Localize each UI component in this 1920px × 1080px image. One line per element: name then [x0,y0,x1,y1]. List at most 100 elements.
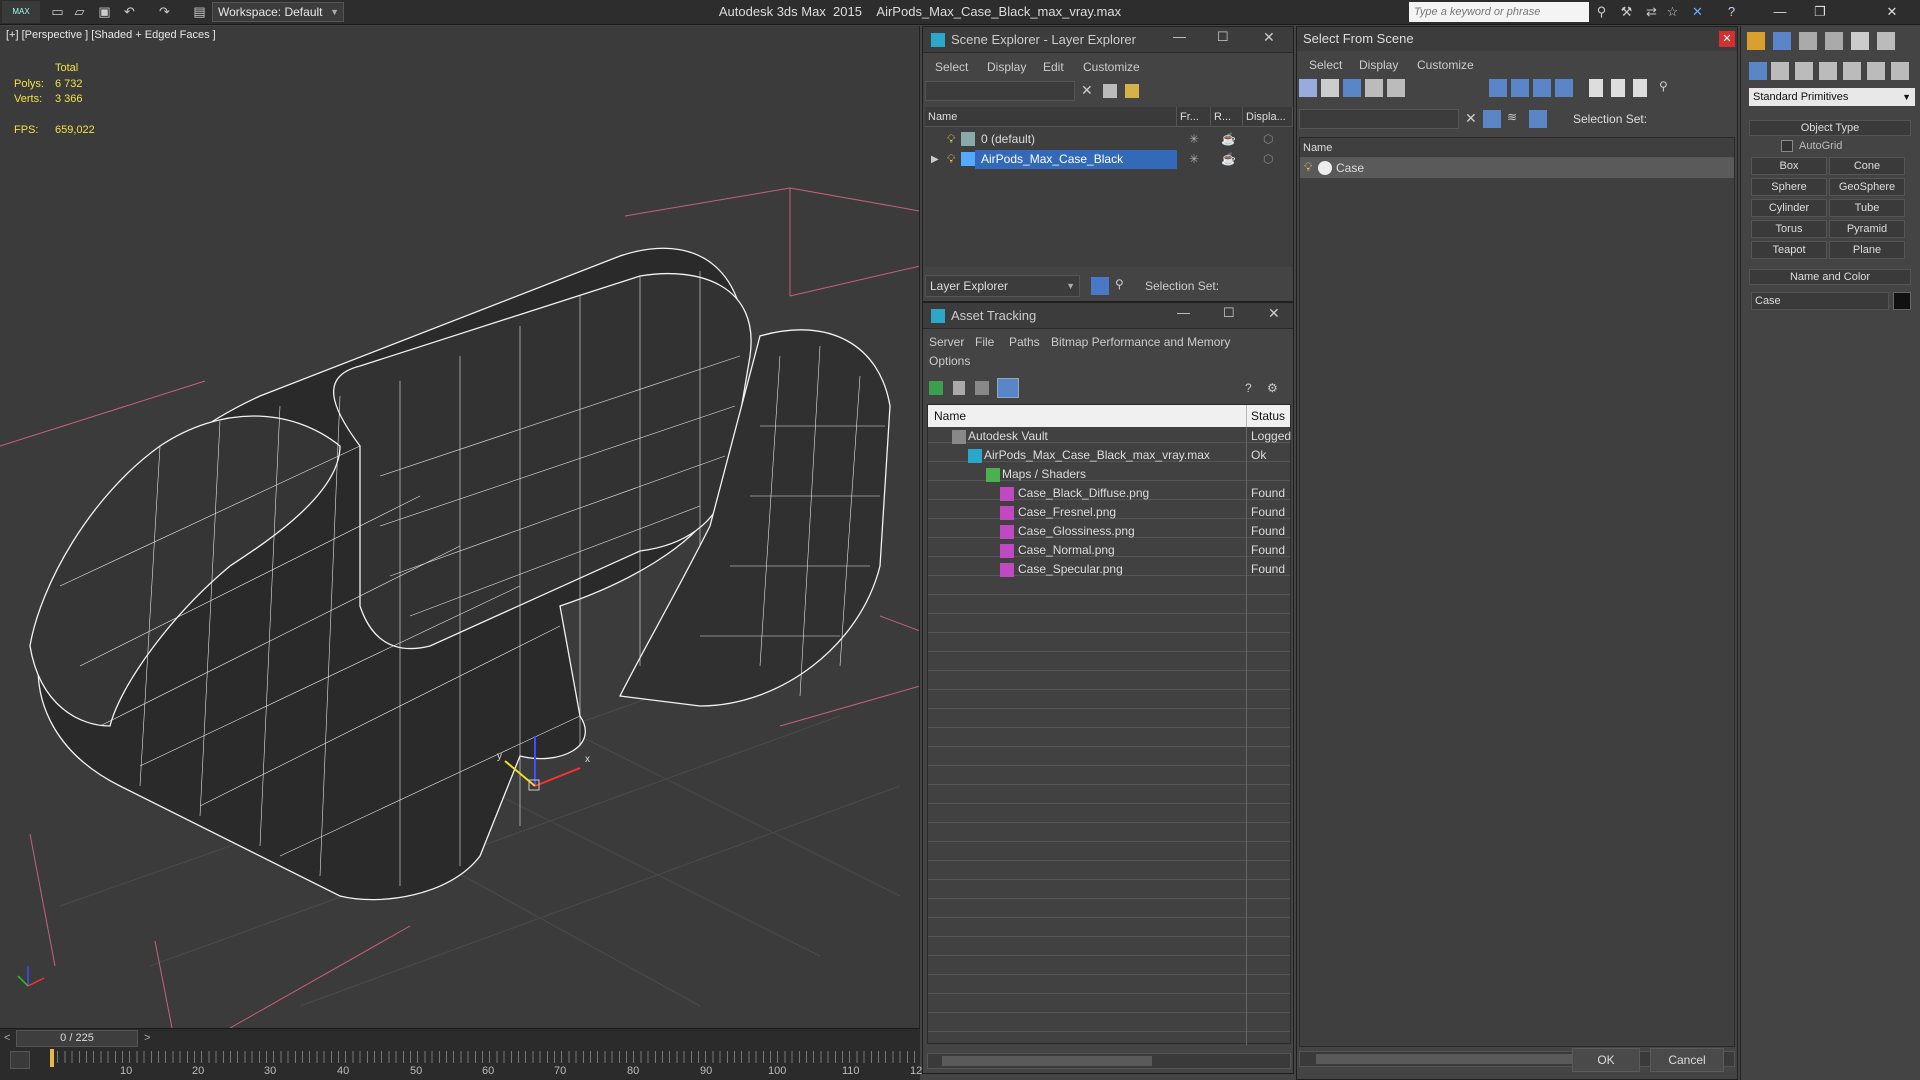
list-view-icon[interactable] [953,381,965,395]
menu-select[interactable]: Select [935,60,968,74]
modify-tab-icon[interactable] [1773,32,1791,50]
object-name-field[interactable]: Case [1751,292,1889,310]
menu-customize[interactable]: Customize [1083,60,1140,74]
lights-icon[interactable] [1795,62,1813,80]
display-icon[interactable]: ⬡ [1263,130,1273,149]
shapes-filter-icon[interactable] [1321,79,1339,97]
workspace-dropdown[interactable]: Workspace: Default ▼ [212,2,344,22]
new-icon[interactable]: ▭ [48,3,67,21]
cameras-filter-icon[interactable] [1365,79,1383,97]
horizontal-scrollbar[interactable] [927,1053,1291,1069]
asset-row[interactable]: Case_Glossiness.png Found [928,522,1290,541]
connect-icon[interactable]: ⇄ [1642,3,1661,21]
pyramid-button[interactable]: Pyramid [1829,220,1905,238]
time-marker[interactable] [50,1049,54,1067]
column-name[interactable]: Name [925,107,1177,127]
create-tab-icon[interactable] [1747,32,1765,50]
menu-select[interactable]: Select [1309,58,1342,72]
asset-row[interactable]: Case_Black_Diffuse.png Found [928,484,1290,503]
column-render[interactable]: R... [1211,107,1243,127]
asset-row[interactable]: Maps / Shaders [928,465,1290,484]
menu-file[interactable]: File [975,335,994,349]
table-view-icon[interactable] [997,378,1019,398]
help-icon[interactable]: ? [1245,381,1252,395]
plane-button[interactable]: Plane [1829,241,1905,259]
name-and-color-rollout[interactable]: Name and Color [1749,269,1911,285]
freeze-icon[interactable]: ✳ [1189,150,1199,169]
asset-row[interactable]: Case_Specular.png Found [928,560,1290,579]
open-icon[interactable]: ▱ [70,3,89,21]
maximize-icon[interactable]: ☐ [1217,29,1229,45]
asset-tracking-title[interactable]: Asset Tracking [923,303,1293,329]
perspective-viewport[interactable]: [+] [Perspective ] [Shaded + Edged Faces… [0,26,920,1028]
autogrid-checkbox[interactable] [1781,140,1793,152]
shapes-icon[interactable] [1771,62,1789,80]
display-children-icon[interactable] [1489,79,1507,97]
asset-row[interactable]: Autodesk Vault Logged [928,427,1291,446]
scene-explorer-title[interactable]: Scene Explorer - Layer Explorer [923,27,1293,53]
exchange-icon[interactable]: ✕ [1688,3,1707,21]
restore-icon[interactable]: ❐ [1800,2,1840,22]
motion-tab-icon[interactable] [1825,32,1843,50]
display-tab-icon[interactable] [1851,32,1869,50]
menu-display[interactable]: Display [1359,58,1398,72]
utilities-tab-icon[interactable] [1877,32,1895,50]
layers-icon[interactable] [1125,84,1139,98]
menu-customize[interactable]: Customize [1417,58,1474,72]
asset-row[interactable]: Case_Normal.png Found [928,541,1290,560]
minimize-icon[interactable]: — [1760,2,1800,22]
sphere-button[interactable]: Sphere [1751,178,1827,196]
column-status[interactable]: Status [1251,409,1285,423]
filter-icon[interactable]: ⚲ [1659,79,1668,93]
wrench-icon[interactable]: ⚒ [1617,3,1636,21]
maximize-icon[interactable]: ☐ [1223,305,1235,321]
menu-paths[interactable]: Paths [1009,335,1040,349]
chevron-right-icon[interactable]: > [144,1032,150,1044]
menu-server[interactable]: Server [929,335,964,349]
hierarchy-tab-icon[interactable] [1799,32,1817,50]
close-icon[interactable]: ✕ [1872,2,1912,22]
cancel-button[interactable]: Cancel [1650,1048,1724,1072]
cone-button[interactable]: Cone [1829,157,1905,175]
geometry-filter-icon[interactable] [1299,79,1317,97]
layer-row[interactable]: 💡︎ 0 (default) ✳ ☕ ⬡ [925,130,1293,149]
systems-icon[interactable] [1891,62,1909,80]
object-row-selected[interactable]: 💡︎ Case [1300,158,1734,178]
object-type-rollout[interactable]: Object Type [1749,120,1911,136]
layers-view-icon[interactable] [1091,277,1109,295]
app-logo[interactable]: MAX [2,1,40,23]
menu-display[interactable]: Display [987,60,1026,74]
redo-icon[interactable]: ↷ [155,3,174,21]
scene-search-input[interactable] [1299,109,1459,129]
geosphere-button[interactable]: GeoSphere [1829,178,1905,196]
cylinder-button[interactable]: Cylinder [1751,199,1827,217]
column-freeze[interactable]: Fr... [1177,107,1211,127]
star-icon[interactable]: ☆ [1663,3,1682,21]
asset-row[interactable]: Case_Fresnel.png Found [928,503,1290,522]
display-influences-icon[interactable] [1511,79,1529,97]
refresh-icon[interactable] [929,381,943,395]
space-warps-icon[interactable] [1867,62,1885,80]
geometry-icon[interactable] [1749,62,1767,80]
save-icon[interactable]: ▣ [95,3,114,21]
binoculars-icon[interactable]: ⚲ [1592,3,1611,21]
teapot-button[interactable]: Teapot [1751,241,1827,259]
lightbulb-icon[interactable]: 💡︎ [947,130,955,149]
column-display[interactable]: Displa... [1243,107,1293,127]
layers-icon[interactable]: ≋ [1507,110,1517,124]
thumbnail-view-icon[interactable] [975,381,989,395]
lights-filter-icon[interactable] [1343,79,1361,97]
column-name[interactable]: Name [934,409,966,423]
explorer-type-dropdown[interactable]: Layer Explorer ▼ [925,275,1080,297]
lightbulb-icon[interactable]: 💡︎ [1304,160,1312,175]
timeline-track[interactable] [50,1051,918,1063]
chevron-left-icon[interactable]: < [4,1032,10,1044]
close-icon[interactable]: ✕ [1719,31,1735,47]
filter-funnel-icon[interactable] [1483,110,1501,128]
tube-button[interactable]: Tube [1829,199,1905,217]
hierarchy-icon[interactable] [1529,110,1547,128]
select-from-scene-title[interactable]: Select From Scene [1297,27,1737,51]
minimize-icon[interactable]: — [1173,29,1186,44]
search-input[interactable]: Type a keyword or phrase [1409,2,1589,22]
help-icon[interactable]: ? [1722,3,1741,21]
